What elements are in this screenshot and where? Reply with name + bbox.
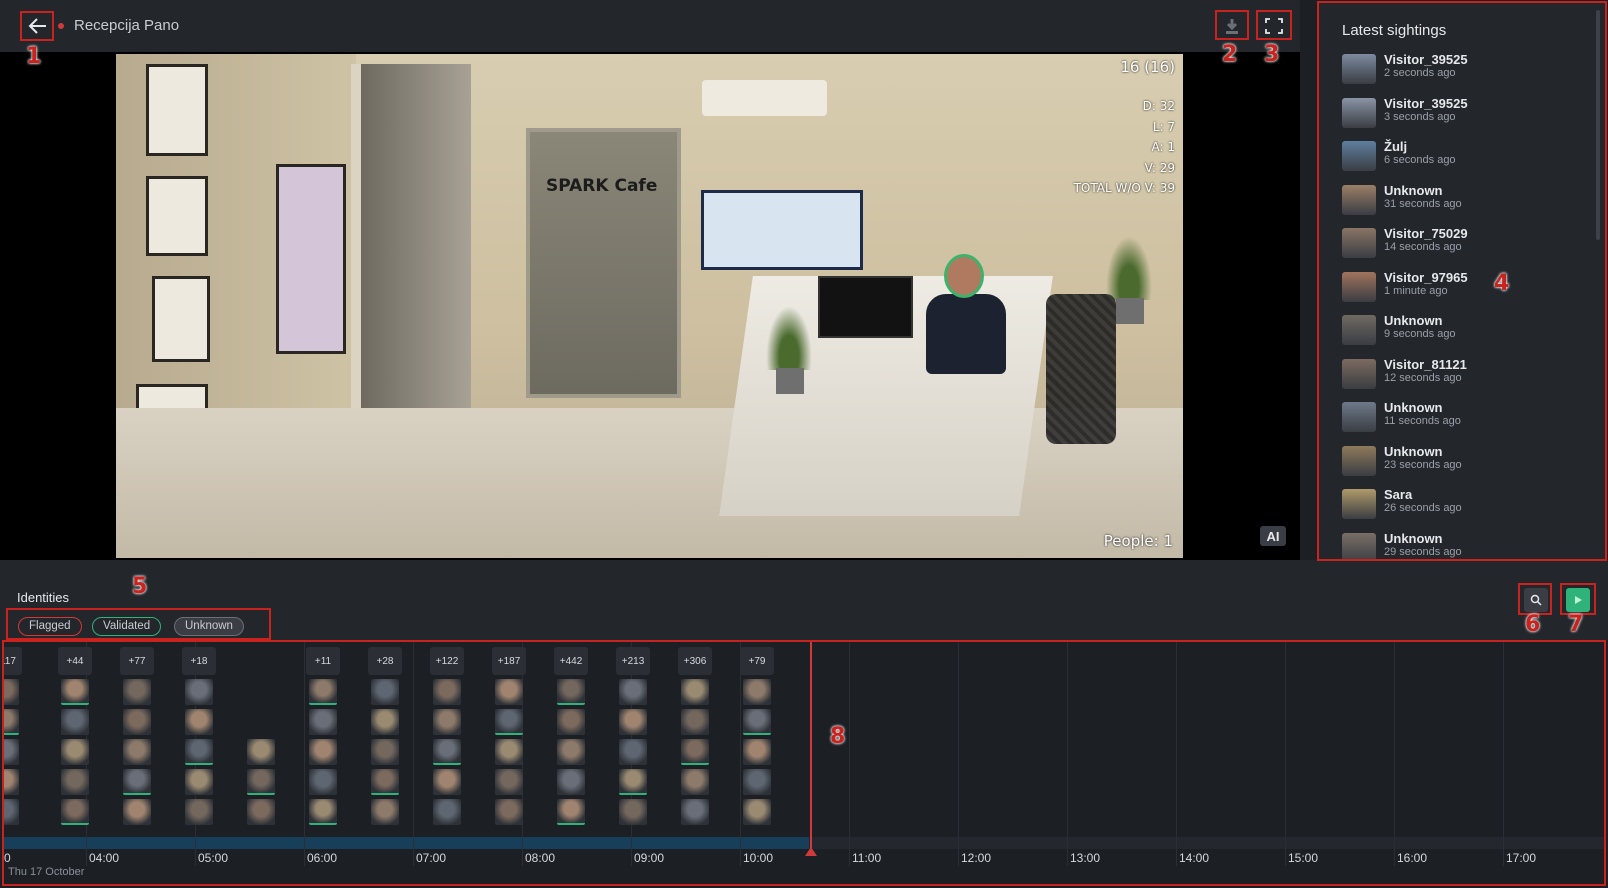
wall-frame [146,176,208,256]
annotation-number: 2 [1222,42,1238,67]
scene-monitor [818,276,913,338]
people-count: People: 1 [1103,532,1173,550]
stats-overlay: 16 (16) D: 32 L: 7 A: 1 V: 29 TOTAL W/O … [1074,58,1175,199]
annotation-number: 7 [1568,612,1584,637]
annotation-number: 3 [1264,42,1280,67]
scene-wall-screen [701,190,863,270]
annotation-box-3 [1256,10,1292,40]
annotation-number: 8 [830,724,846,749]
video-area: SPARK Cafe 16 (16) D: 32 L: 7 A: 1 V: 29… [0,52,1300,560]
camera-header: Recepcija Pano [0,0,1300,52]
annotation-number: 4 [1494,271,1510,296]
face-count: 16 (16) [1120,58,1175,76]
scene-air-conditioner [702,80,827,116]
app-root: Recepcija Pano SPARK Cafe 16 (16) D: 32 … [0,0,1608,888]
wall-frame [152,276,210,362]
annotation-box-7 [1560,583,1596,615]
ai-badge[interactable]: AI [1260,526,1286,546]
annotation-box-1 [20,11,54,41]
annotation-box-5 [6,608,271,640]
wall-frame [146,64,208,156]
annotation-number: 5 [132,574,148,599]
scene-chair [1046,294,1116,444]
annotation-box-6 [1518,583,1552,615]
stat-line: A: 1 [1151,140,1176,154]
annotation-box-8 [2,640,1606,886]
recording-indicator [58,23,64,29]
stat-line: L: 7 [1152,119,1175,134]
scene-plant [766,304,812,394]
scene-sign: SPARK Cafe [546,176,658,196]
stat-line: TOTAL W/O V: 39 [1073,181,1175,195]
face-detection-box [944,254,984,298]
stat-line: D: 32 [1142,99,1175,113]
wall-poster [276,164,346,354]
annotation-box-4 [1317,1,1607,561]
scene-glass-door [526,128,681,398]
identities-title: Identities [17,590,70,605]
annotation-number: 1 [26,44,42,69]
annotation-box-2 [1215,10,1249,40]
detected-person[interactable] [926,254,1006,374]
annotation-number: 6 [1525,612,1541,637]
camera-title: Recepcija Pano [74,17,180,34]
stat-line: V: 29 [1144,160,1175,175]
camera-video-feed[interactable]: SPARK Cafe 16 (16) D: 32 L: 7 A: 1 V: 29… [116,54,1183,558]
